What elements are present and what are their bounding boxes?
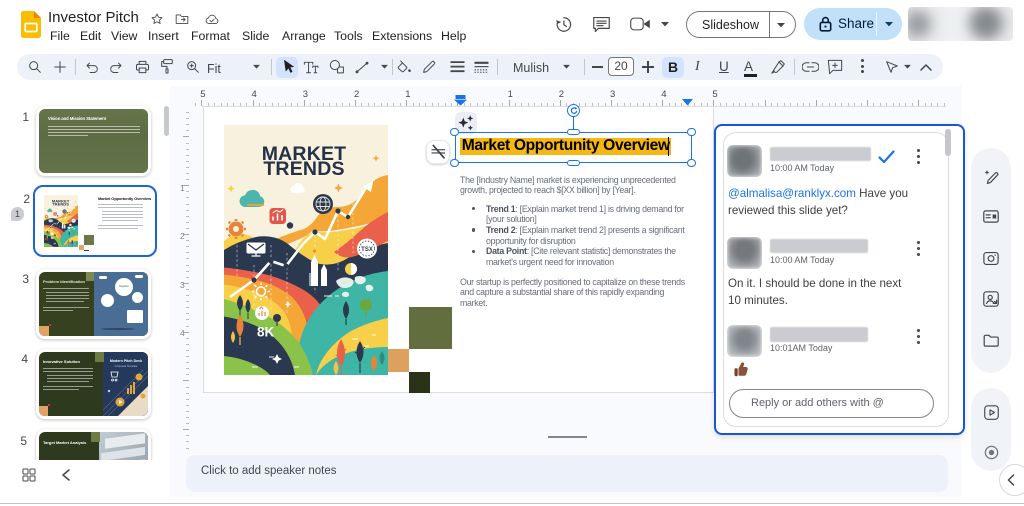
svg-text:Modern Pitch Deck: Modern Pitch Deck [110,359,142,363]
svg-text:Corporate Template: Corporate Template [115,364,138,368]
svg-text:TSX: TSX [361,247,373,253]
svg-text:TRENDS: TRENDS [263,158,344,180]
svg-text:8K: 8K [257,325,275,340]
svg-text:8K: 8K [51,236,55,240]
svg-text:TRENDS: TRENDS [52,201,69,206]
